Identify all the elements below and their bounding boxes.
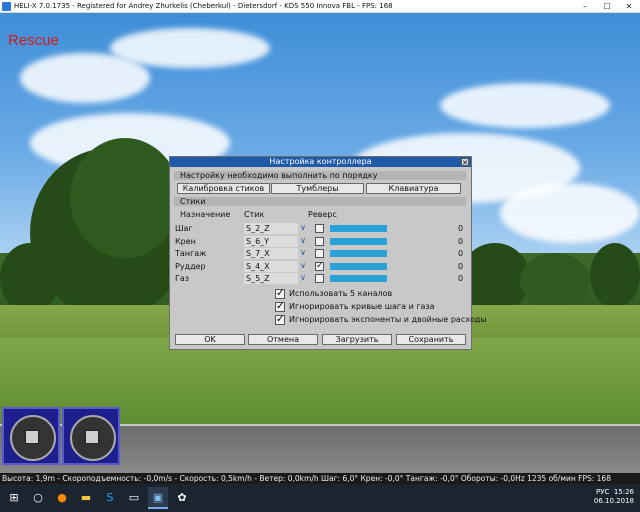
reverse-checkbox[interactable] bbox=[315, 224, 324, 233]
stick-level-bar bbox=[330, 275, 387, 282]
right-stick-display bbox=[62, 407, 120, 465]
calibrate-sticks-button[interactable]: Калибровка стиков bbox=[177, 183, 270, 194]
dialog-title: Настройка контроллера bbox=[269, 157, 372, 166]
app-icon[interactable]: ✿ bbox=[172, 487, 192, 507]
tree bbox=[70, 138, 180, 258]
save-button[interactable]: Сохранить bbox=[396, 334, 466, 345]
tree bbox=[590, 243, 640, 308]
reverse-checkbox[interactable] bbox=[315, 249, 324, 258]
windows-logo-icon[interactable]: ⊞ bbox=[4, 487, 24, 507]
stick-assignment-field[interactable]: S_4_X bbox=[244, 260, 298, 272]
chevron-down-icon[interactable]: ∨ bbox=[298, 248, 308, 259]
reverse-checkbox[interactable]: ✓ bbox=[315, 261, 324, 271]
keyboard-button[interactable]: Клавиатура bbox=[366, 183, 461, 194]
switches-button[interactable]: Тумблеры bbox=[271, 183, 364, 194]
heli-x-app-icon bbox=[2, 1, 11, 11]
dialog-close-icon[interactable]: ✕ bbox=[461, 158, 469, 167]
option-5-channels-checkbox[interactable]: ✓ bbox=[275, 289, 285, 299]
option-5-channels[interactable]: ✓ Использовать 5 каналов bbox=[275, 288, 465, 299]
stick-row-label: Тангаж bbox=[175, 249, 207, 258]
reverse-checkbox[interactable] bbox=[315, 236, 324, 246]
dialog-titlebar: Настройка контроллера ✕ bbox=[170, 157, 471, 167]
stick-level-bar bbox=[330, 262, 387, 270]
ok-button[interactable]: OK bbox=[175, 334, 245, 345]
file-explorer-icon[interactable]: ▬ bbox=[76, 487, 96, 507]
stick-row: Руддер S_4_X ∨ ✓ 0 bbox=[170, 260, 471, 272]
cloud bbox=[110, 28, 270, 68]
left-stick-display bbox=[2, 407, 60, 465]
clock-date[interactable]: 06.10.2018 bbox=[594, 497, 634, 506]
stick-assignment-field[interactable]: S_5_Z bbox=[244, 273, 298, 284]
stick-value: 0 bbox=[458, 274, 464, 283]
stick-row: Тангаж S_7_X ∨ 0 bbox=[170, 248, 471, 259]
stick-level-bar bbox=[330, 225, 387, 232]
stick-value: 0 bbox=[458, 261, 464, 271]
reverse-checkbox[interactable] bbox=[315, 274, 324, 283]
language-indicator[interactable]: РУС bbox=[596, 488, 609, 496]
chevron-down-icon[interactable]: ∨ bbox=[298, 273, 308, 284]
tree bbox=[520, 253, 590, 308]
stick-column-header: Стик bbox=[244, 210, 265, 219]
stick-row: Шаг S_2_Z ∨ 0 bbox=[170, 223, 471, 234]
window-title: HELI-X 7.0.1735 - Registered for Andrey … bbox=[14, 2, 393, 10]
stick-level-bar bbox=[330, 250, 387, 257]
stick-value: 0 bbox=[458, 249, 464, 258]
sticks-section-header: Стики bbox=[174, 197, 466, 206]
cloud bbox=[440, 83, 610, 128]
telemetry-status-bar: Высота: 1,9m - Скороподъемность: -0,0m/s… bbox=[0, 473, 640, 484]
cloud bbox=[500, 183, 640, 243]
stick-value: 0 bbox=[458, 224, 464, 233]
left-stick-position bbox=[25, 430, 39, 444]
stick-row: Крен S_6_Y ∨ 0 bbox=[170, 235, 471, 247]
rescue-mode-label: Rescue bbox=[8, 32, 59, 49]
stick-row-label: Шаг bbox=[175, 224, 193, 233]
stick-level-bar bbox=[330, 237, 387, 245]
window-titlebar: HELI-X 7.0.1735 - Registered for Andrey … bbox=[0, 0, 640, 13]
firefox-icon[interactable]: ● bbox=[52, 487, 72, 507]
terminal-icon[interactable]: ▭ bbox=[124, 487, 144, 507]
window-controls: – ☐ ✕ bbox=[574, 0, 640, 12]
reverse-column-header: Реверс bbox=[308, 210, 337, 219]
stick-assignment-field[interactable]: S_2_Z bbox=[244, 223, 298, 234]
stick-row-label: Газ bbox=[175, 274, 190, 283]
search-icon[interactable]: ○ bbox=[28, 487, 48, 507]
windows-taskbar: ⊞ ○ ● ▬ S ▭ ▣ ✿ РУС 15:26 06.10.2018 bbox=[0, 484, 640, 512]
stick-assignment-field[interactable]: S_7_X bbox=[244, 248, 298, 259]
chevron-down-icon[interactable]: ∨ bbox=[298, 236, 308, 247]
tree bbox=[0, 243, 60, 313]
option-ignore-curves-checkbox[interactable]: ✓ bbox=[275, 302, 285, 312]
order-note: Настройку необходимо выполнить по порядк… bbox=[174, 171, 466, 180]
skype-icon[interactable]: S bbox=[100, 487, 120, 507]
minimize-button[interactable]: – bbox=[574, 0, 596, 12]
assignment-column-header: Назначение bbox=[180, 210, 231, 219]
controller-settings-dialog: Настройка контроллера ✕ Настройку необхо… bbox=[169, 156, 487, 350]
stick-row: Газ S_5_Z ∨ 0 bbox=[170, 273, 471, 284]
load-button[interactable]: Загрузить bbox=[322, 334, 392, 345]
option-ignore-curves[interactable]: ✓ Игнорировать кривые шага и газа bbox=[275, 301, 465, 312]
stick-assignment-field[interactable]: S_6_Y bbox=[244, 235, 298, 247]
clock-time[interactable]: 15:26 bbox=[614, 488, 634, 496]
heli-x-icon[interactable]: ▣ bbox=[148, 487, 168, 509]
option-5-channels-label: Использовать 5 каналов bbox=[289, 289, 393, 298]
option-ignore-curves-label: Игнорировать кривые шага и газа bbox=[289, 302, 435, 311]
option-ignore-expo-checkbox[interactable]: ✓ bbox=[275, 315, 285, 325]
system-tray[interactable]: РУС 15:26 06.10.2018 bbox=[594, 488, 634, 506]
close-button[interactable]: ✕ bbox=[618, 0, 640, 12]
cancel-button[interactable]: Отмена bbox=[248, 334, 318, 345]
chevron-down-icon[interactable]: ∨ bbox=[298, 223, 308, 234]
maximize-button[interactable]: ☐ bbox=[596, 0, 618, 12]
right-stick-position bbox=[85, 430, 99, 444]
stick-value: 0 bbox=[458, 236, 464, 246]
stick-row-label: Крен bbox=[175, 236, 196, 246]
option-ignore-expo[interactable]: ✓ Игнорировать экспоненты и двойные расх… bbox=[275, 314, 487, 325]
stick-row-label: Руддер bbox=[175, 261, 206, 271]
option-ignore-expo-label: Игнорировать экспоненты и двойные расход… bbox=[289, 315, 487, 324]
chevron-down-icon[interactable]: ∨ bbox=[298, 261, 308, 272]
